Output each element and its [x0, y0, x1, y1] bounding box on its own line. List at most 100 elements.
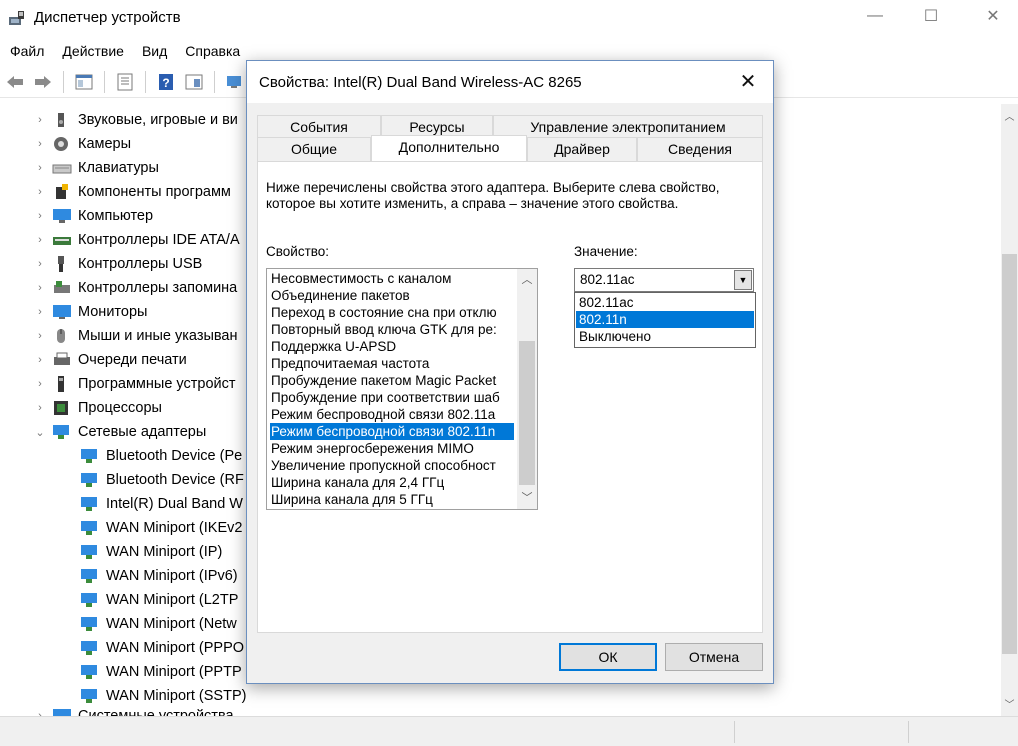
property-item[interactable]: Пробуждение при соответствии шаб [270, 389, 514, 406]
chevron-right-icon[interactable]: › [32, 186, 48, 198]
tree-device-item[interactable]: Bluetooth Device (Pe [76, 444, 242, 468]
tree-category[interactable]: › Контроллеры IDE ATA/A [32, 228, 239, 252]
tree-category-label: Контроллеры запомина [78, 280, 238, 296]
chevron-right-icon[interactable]: › [32, 330, 48, 342]
tree-device-item[interactable]: WAN Miniport (L2TP [76, 588, 238, 612]
scrollbar-thumb[interactable] [519, 341, 535, 485]
scrollbar-thumb[interactable] [1002, 254, 1017, 654]
tree-category[interactable]: › Процессоры [32, 396, 162, 420]
chevron-right-icon[interactable]: › [32, 402, 48, 414]
tab-advanced[interactable]: Дополнительно [371, 135, 527, 161]
tree-category[interactable]: › Мыши и иные указыван [32, 324, 237, 348]
dropdown-arrow-icon[interactable]: ▼ [734, 270, 752, 290]
chevron-right-icon[interactable]: › [32, 138, 48, 150]
property-item[interactable]: Несовместимость с каналом [270, 270, 514, 287]
property-item[interactable]: Ширина канала для 5 ГГц [270, 491, 514, 508]
chevron-right-icon[interactable]: › [32, 354, 48, 366]
minimize-button[interactable]: — [852, 0, 898, 32]
help-icon[interactable]: ? [155, 71, 177, 93]
tree-device-item[interactable]: Intel(R) Dual Band W [76, 492, 243, 516]
tab-events[interactable]: События [257, 115, 381, 139]
chevron-right-icon[interactable]: › [32, 162, 48, 174]
tree-category[interactable]: › Клавиатуры [32, 156, 159, 180]
menu-file[interactable]: Файл [0, 40, 52, 64]
property-item[interactable]: Предпочитаемая частота [270, 355, 514, 372]
tree-device-label: WAN Miniport (SSTP) [106, 688, 247, 704]
chevron-right-icon[interactable]: › [32, 114, 48, 126]
value-combobox[interactable]: 802.11ac ▼ [574, 268, 754, 292]
network-adapter-icon [80, 471, 100, 489]
property-item[interactable]: Увеличение пропускной способност [270, 457, 514, 474]
property-list-scrollbar[interactable]: ︿ ﹀ [517, 269, 537, 509]
tree-category[interactable]: › Очереди печати [32, 348, 187, 372]
tree-category[interactable]: › Программные устройст [32, 372, 236, 396]
chevron-right-icon[interactable]: › [32, 282, 48, 294]
property-listbox[interactable]: Несовместимость с каналом Объединение па… [266, 268, 538, 510]
property-item[interactable]: Повторный ввод ключа GTK для ре: [270, 321, 514, 338]
property-item[interactable]: Переход в состояние сна при отклю [270, 304, 514, 321]
dropdown-option-highlighted[interactable]: 802.11n [576, 311, 754, 328]
chevron-right-icon[interactable]: › [32, 258, 48, 270]
tree-device-item[interactable]: WAN Miniport (Netw [76, 612, 237, 636]
property-item[interactable]: Поддержка U-APSD [270, 338, 514, 355]
tree-device-item[interactable]: WAN Miniport (PPPO [76, 636, 244, 660]
show-hide-console-icon[interactable] [73, 71, 95, 93]
tree-category[interactable]: › Компьютер [32, 204, 153, 228]
tree-device-item[interactable]: WAN Miniport (IKEv2 [76, 516, 242, 540]
tree-category[interactable]: › Камеры [32, 132, 131, 156]
menu-action[interactable]: Действие [52, 40, 132, 64]
tree-device-item[interactable]: WAN Miniport (IP) [76, 540, 222, 564]
close-button[interactable]: ✕ [970, 0, 1016, 32]
tree-category[interactable]: › Звуковые, игровые и ви [32, 108, 238, 132]
dialog-close-button[interactable]: ✕ [733, 69, 763, 95]
menu-help[interactable]: Справка [175, 40, 248, 64]
tree-category-label: Программные устройст [78, 376, 236, 392]
property-item[interactable]: Режим энергосбережения MIMO [270, 440, 514, 457]
cancel-button[interactable]: Отмена [665, 643, 763, 671]
property-item[interactable]: Режим беспроводной связи 802.11a [270, 406, 514, 423]
tree-device-item[interactable]: WAN Miniport (IPv6) [76, 564, 238, 588]
ok-button[interactable]: ОК [559, 643, 657, 671]
tab-power-management[interactable]: Управление электропитанием [493, 115, 763, 139]
chevron-right-icon[interactable]: › [32, 234, 48, 246]
tree-category-label: Компоненты программ [78, 184, 231, 200]
scroll-down-icon[interactable]: ﹀ [517, 489, 537, 507]
device-manager-icon [8, 9, 26, 27]
tree-category[interactable]: › Контроллеры запомина [32, 276, 237, 300]
tree-category-expanded[interactable]: ⌄ Сетевые адаптеры [32, 420, 206, 444]
menu-view[interactable]: Вид [132, 40, 175, 64]
tree-category[interactable]: › Компоненты программ [32, 180, 231, 204]
network-adapter-icon [80, 567, 100, 585]
tree-scrollbar[interactable]: ︿ ﹀ [1001, 104, 1018, 716]
back-arrow-icon[interactable] [4, 71, 26, 93]
scan-hardware-icon[interactable] [224, 71, 246, 93]
view-icon[interactable] [183, 71, 205, 93]
tab-details[interactable]: Сведения [637, 137, 763, 161]
tree-device-item[interactable]: Bluetooth Device (RF [76, 468, 244, 492]
chevron-right-icon[interactable]: › [32, 378, 48, 390]
forward-arrow-icon[interactable] [32, 71, 54, 93]
scroll-up-icon[interactable]: ︿ [1001, 108, 1018, 125]
tab-driver[interactable]: Драйвер [527, 137, 637, 161]
tree-category[interactable]: › Контроллеры USB [32, 252, 202, 276]
scroll-down-icon[interactable]: ﹀ [1001, 696, 1018, 713]
tree-category[interactable]: › Мониторы [32, 300, 147, 324]
chevron-right-icon[interactable]: › [32, 306, 48, 318]
tree-category[interactable]: › Системные устройства [32, 704, 234, 716]
properties-icon[interactable] [114, 71, 136, 93]
network-adapter-icon [80, 687, 100, 705]
property-item-selected[interactable]: Режим беспроводной связи 802.11n [270, 423, 514, 440]
property-item[interactable]: Пробуждение пакетом Magic Packet [270, 372, 514, 389]
property-item[interactable]: Ширина канала для 2,4 ГГц [270, 474, 514, 491]
maximize-button[interactable]: ☐ [908, 0, 954, 32]
chevron-down-icon[interactable]: ⌄ [32, 426, 48, 439]
tree-category-label: Контроллеры USB [78, 256, 203, 272]
dropdown-option[interactable]: Выключено [576, 328, 754, 345]
dropdown-option[interactable]: 802.11ac [576, 294, 754, 311]
scroll-up-icon[interactable]: ︿ [517, 271, 537, 289]
tree-device-item[interactable]: WAN Miniport (PPTP [76, 660, 242, 684]
printer-icon [52, 351, 72, 369]
property-item[interactable]: Объединение пакетов [270, 287, 514, 304]
tab-general[interactable]: Общие [257, 137, 371, 161]
chevron-right-icon[interactable]: › [32, 210, 48, 222]
